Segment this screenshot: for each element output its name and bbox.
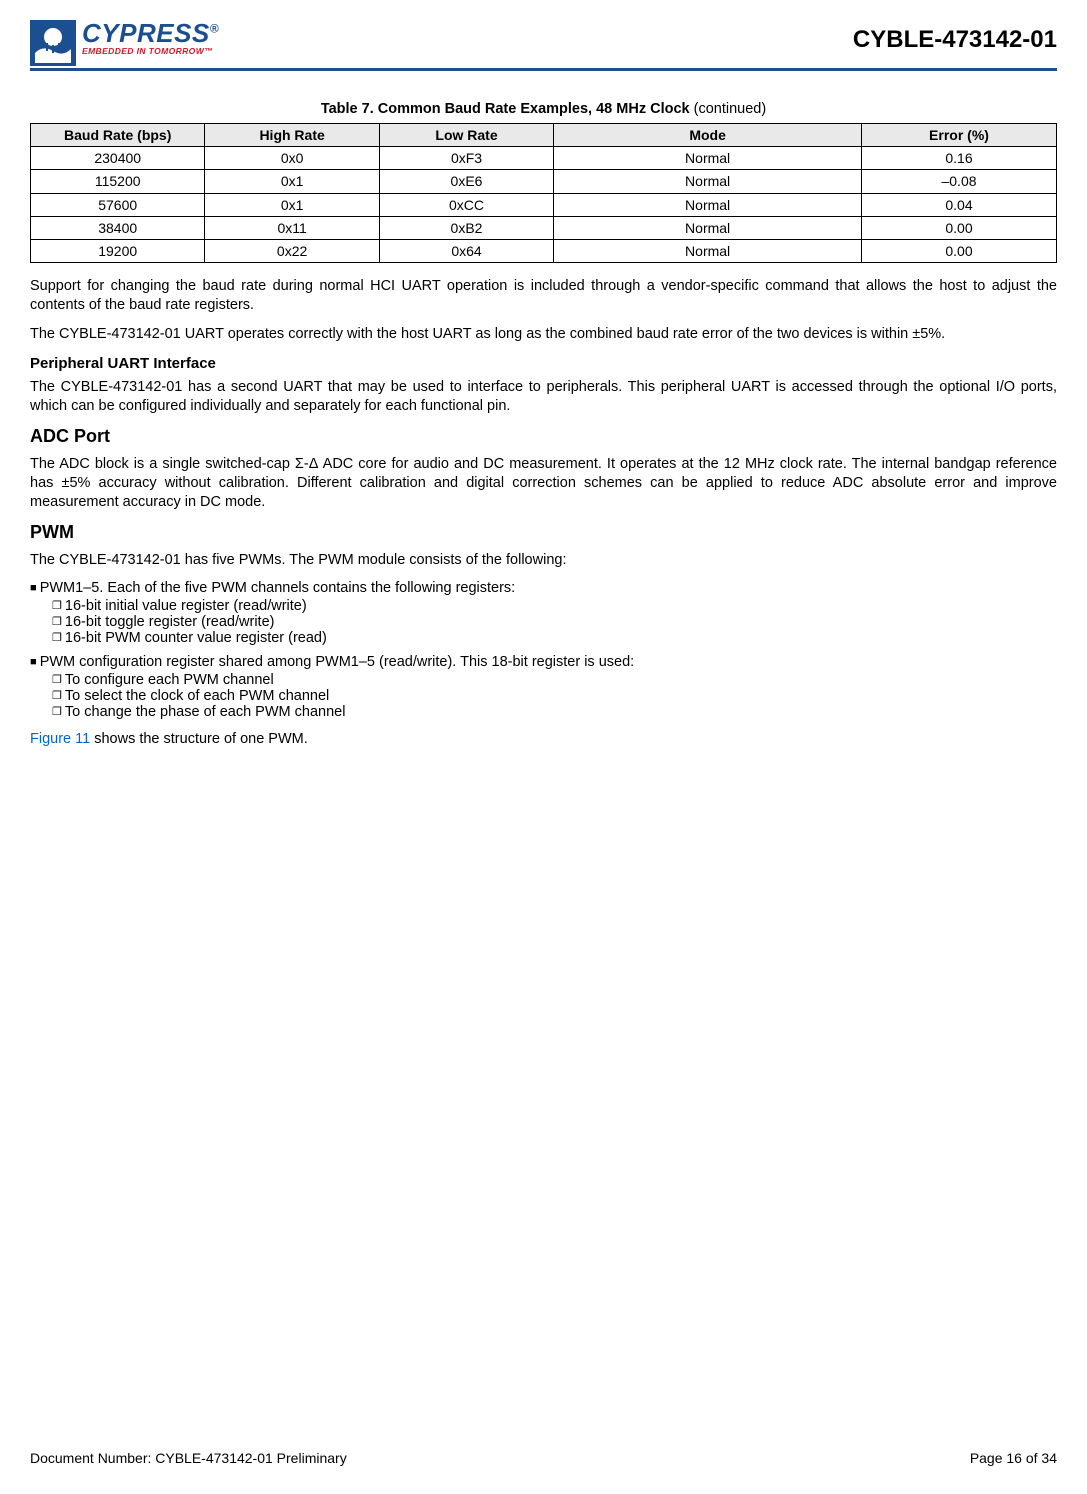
logo-wordmark: CYPRESS®: [82, 20, 219, 46]
table-cell: Normal: [554, 239, 862, 262]
section-adc-port: ADC Port: [30, 426, 1057, 447]
table-caption: Table 7. Common Baud Rate Examples, 48 M…: [30, 101, 1057, 117]
table-cell: 0xF3: [379, 147, 553, 170]
paragraph: Support for changing the baud rate durin…: [30, 277, 1057, 315]
col-mode: Mode: [554, 124, 862, 147]
table-cell: Normal: [554, 147, 862, 170]
list-item: PWM configuration register shared among …: [30, 654, 1057, 720]
table-cell: 230400: [31, 147, 205, 170]
sub-list-item: To select the clock of each PWM channel: [52, 688, 1057, 704]
logo-tagline: EMBEDDED IN TOMORROW™: [82, 46, 219, 56]
table-row: 2304000x00xF3Normal0.16: [31, 147, 1057, 170]
doc-number: Document Number: CYBLE-473142-01 Prelimi…: [30, 1450, 347, 1466]
paragraph: The ADC block is a single switched-cap Σ…: [30, 455, 1057, 512]
table-row: 576000x10xCCNormal0.04: [31, 193, 1057, 216]
table-cell: 0.04: [862, 193, 1057, 216]
sub-list-item: 16-bit toggle register (read/write): [52, 614, 1057, 630]
col-error: Error (%): [862, 124, 1057, 147]
table-row: 384000x110xB2Normal0.00: [31, 216, 1057, 239]
table-cell: 0x0: [205, 147, 379, 170]
table-cell: 0xCC: [379, 193, 553, 216]
sub-list-item: 16-bit initial value register (read/writ…: [52, 598, 1057, 614]
subheading-peripheral-uart: Peripheral UART Interface: [30, 355, 1057, 372]
table-cell: 57600: [31, 193, 205, 216]
table-cell: 38400: [31, 216, 205, 239]
table-cell: Normal: [554, 170, 862, 193]
table-cell: 0x1: [205, 193, 379, 216]
paragraph: The CYBLE-473142-01 UART operates correc…: [30, 325, 1057, 344]
table-cell: 0xE6: [379, 170, 553, 193]
table-cell: 115200: [31, 170, 205, 193]
page-footer: Document Number: CYBLE-473142-01 Prelimi…: [30, 1450, 1057, 1466]
col-low: Low Rate: [379, 124, 553, 147]
table-cell: 0x22: [205, 239, 379, 262]
col-high: High Rate: [205, 124, 379, 147]
col-baud: Baud Rate (bps): [31, 124, 205, 147]
table-cell: 0x1: [205, 170, 379, 193]
table-cell: 0x64: [379, 239, 553, 262]
table-cell: 0.00: [862, 216, 1057, 239]
document-title: CYBLE-473142-01: [853, 26, 1057, 54]
table-cell: 0.00: [862, 239, 1057, 262]
list-item: PWM1–5. Each of the five PWM channels co…: [30, 580, 1057, 646]
baud-rate-table: Baud Rate (bps) High Rate Low Rate Mode …: [30, 123, 1057, 263]
table-row: 1152000x10xE6Normal–0.08: [31, 170, 1057, 193]
paragraph: The CYBLE-473142-01 has five PWMs. The P…: [30, 551, 1057, 570]
table-cell: 0.16: [862, 147, 1057, 170]
section-pwm: PWM: [30, 522, 1057, 543]
table-cell: Normal: [554, 193, 862, 216]
page-header: CYPRESS® EMBEDDED IN TOMORROW™ CYBLE-473…: [30, 20, 1057, 71]
page-number: Page 16 of 34: [970, 1450, 1057, 1466]
figure-reference: Figure 11 shows the structure of one PWM…: [30, 730, 1057, 749]
table-cell: 19200: [31, 239, 205, 262]
table-header-row: Baud Rate (bps) High Rate Low Rate Mode …: [31, 124, 1057, 147]
table-cell: 0x11: [205, 216, 379, 239]
table-cell: Normal: [554, 216, 862, 239]
sub-list-item: To configure each PWM channel: [52, 672, 1057, 688]
logo-mark-icon: [30, 20, 76, 66]
table-row: 192000x220x64Normal0.00: [31, 239, 1057, 262]
paragraph: The CYBLE-473142-01 has a second UART th…: [30, 378, 1057, 416]
brand-logo: CYPRESS® EMBEDDED IN TOMORROW™: [30, 20, 219, 66]
sub-list-item: 16-bit PWM counter value register (read): [52, 630, 1057, 646]
table-cell: –0.08: [862, 170, 1057, 193]
table-cell: 0xB2: [379, 216, 553, 239]
sub-list-item: To change the phase of each PWM channel: [52, 704, 1057, 720]
figure-link[interactable]: Figure 11: [30, 731, 90, 747]
